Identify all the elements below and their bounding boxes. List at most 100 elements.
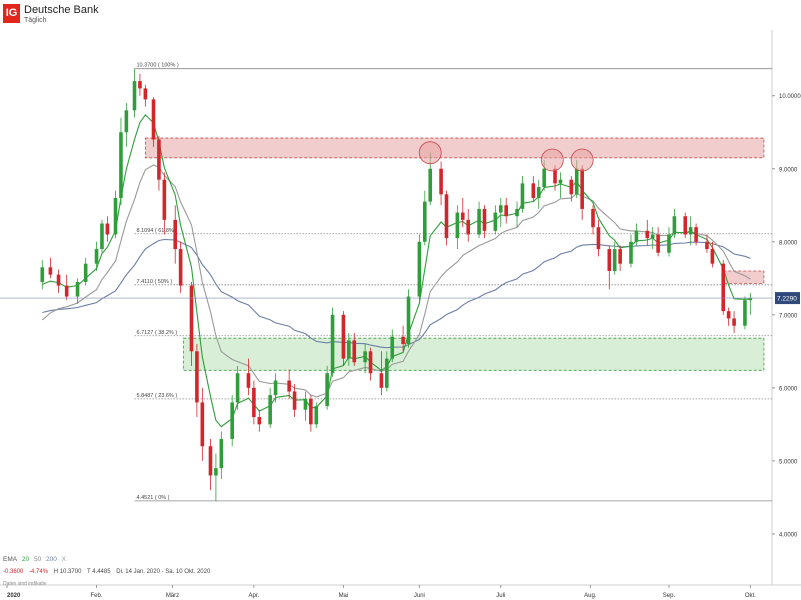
fibonacci-label: 6.7127 ( 38.2% ) [137, 330, 178, 336]
candle-body [119, 132, 123, 198]
candle-body [325, 373, 329, 407]
y-tick-label: 5.0000 [779, 459, 798, 465]
candle-body [124, 110, 129, 133]
candle-body [273, 380, 278, 396]
candle-body [235, 373, 240, 403]
high-value: H 10.3700 [53, 569, 82, 575]
candle-body [515, 208, 519, 217]
candle-body [482, 208, 487, 231]
y-tick-label: 10.0000 [779, 94, 801, 100]
candle-body [219, 438, 224, 469]
candle-body [656, 234, 660, 253]
candle-body [612, 249, 617, 271]
x-tick-label: Feb. [91, 593, 103, 599]
candle-body [347, 340, 351, 359]
candle-body [574, 168, 579, 195]
y-tick-label: 4.0000 [779, 532, 798, 538]
candle-body [75, 281, 80, 297]
candle-body [287, 380, 291, 392]
y-tick-label: 7.0000 [779, 313, 798, 319]
y-tick-label: 6.0000 [779, 386, 798, 392]
date-range: Di. 14 Jan. 2020 - Sa. 10 Okt. 2020 [116, 569, 211, 575]
candle-body [444, 194, 449, 239]
candle-body [645, 230, 650, 239]
candle-body [504, 205, 508, 217]
quote-bar: -0.3600 -4.74% H 10.3700 T 4.4485 Di. 14… [3, 569, 214, 575]
candle-body [650, 234, 655, 239]
price-chart[interactable]: 4.0000 5.0000 6.0000 7.0000 8.0000 9.0000 10.0… [0, 0, 801, 600]
x-tick-label: Sep. [663, 593, 676, 599]
candle-body [268, 395, 272, 425]
candle-body [113, 197, 118, 235]
candle-body [531, 183, 536, 198]
candle-body [721, 263, 726, 312]
candle-body [423, 201, 427, 242]
fibonacci-label: 8.1094 ( 61.8% ) [137, 228, 178, 234]
candle-body [629, 241, 633, 264]
candle-body [542, 168, 546, 188]
ema-50-label[interactable]: 50 [34, 556, 41, 563]
candle-body [385, 358, 389, 388]
candle-body [151, 99, 156, 140]
x-tick-label: Juli [496, 593, 505, 599]
fibonacci-label: 7.4110 ( 50% ) [137, 279, 173, 285]
candle-body [688, 227, 693, 235]
candle-body [230, 402, 234, 439]
ema-20-label[interactable]: 20 [22, 556, 29, 563]
fibonacci-label: 10.3700 ( 100% ) [137, 63, 179, 69]
x-tick-label: Mai [339, 593, 349, 599]
candle-body [200, 402, 205, 447]
candle-body [132, 81, 137, 111]
x-tick-label: Okt. [745, 593, 756, 599]
x-tick-label: 2020 [7, 593, 21, 599]
candle-body [498, 205, 503, 213]
candle-body [672, 216, 677, 235]
ema-200-label[interactable]: 200 [46, 556, 57, 563]
candle-body [466, 219, 471, 235]
candle-body [455, 212, 460, 239]
candle-body [105, 223, 110, 235]
y-tick-label: 9.0000 [779, 167, 798, 173]
candle-body [292, 391, 297, 410]
candle-body [536, 187, 541, 198]
candle-body [401, 336, 405, 345]
candle-body [368, 351, 373, 374]
change-value: -0.3600 [3, 569, 24, 575]
footnote: Daten sind indikativ [3, 581, 47, 587]
candle-body [694, 227, 698, 242]
candle-body [705, 241, 709, 250]
candle-body [520, 183, 525, 209]
candle-body [162, 179, 167, 220]
candle-body [634, 230, 639, 242]
fibonacci-label: 4.4521 ( 0% ) [137, 495, 170, 501]
candle-body [178, 249, 183, 286]
x-tick-label: Apr. [249, 593, 260, 599]
candle-body [591, 208, 595, 228]
resistance-zone [144, 137, 765, 159]
candle-body [667, 234, 671, 253]
candle-body [363, 351, 367, 363]
resistance-touch-marker [570, 148, 594, 172]
candle-body [138, 81, 142, 89]
candle-body [314, 406, 319, 425]
candle-body [732, 318, 736, 326]
resistance-touch-marker [418, 141, 442, 165]
candle-body [743, 300, 747, 326]
candle-body [100, 223, 104, 250]
candle-body [94, 249, 99, 264]
candle-body [477, 208, 481, 235]
candle-body [173, 219, 178, 250]
candle-body [417, 241, 422, 297]
candle-body [252, 387, 256, 418]
candle-body [330, 314, 335, 374]
candle-body [580, 168, 584, 209]
x-tick-label: Aug. [584, 593, 597, 599]
fibonacci-label: 5.8487 ( 23.6% ) [137, 393, 178, 399]
candle-body [246, 373, 251, 388]
x-tick-label: März [166, 593, 179, 599]
candle-body [683, 216, 688, 235]
candle-body [428, 168, 433, 202]
ema-label: EMA [3, 556, 18, 563]
ema-close-icon[interactable]: X [62, 556, 66, 563]
support-zone [182, 337, 765, 371]
